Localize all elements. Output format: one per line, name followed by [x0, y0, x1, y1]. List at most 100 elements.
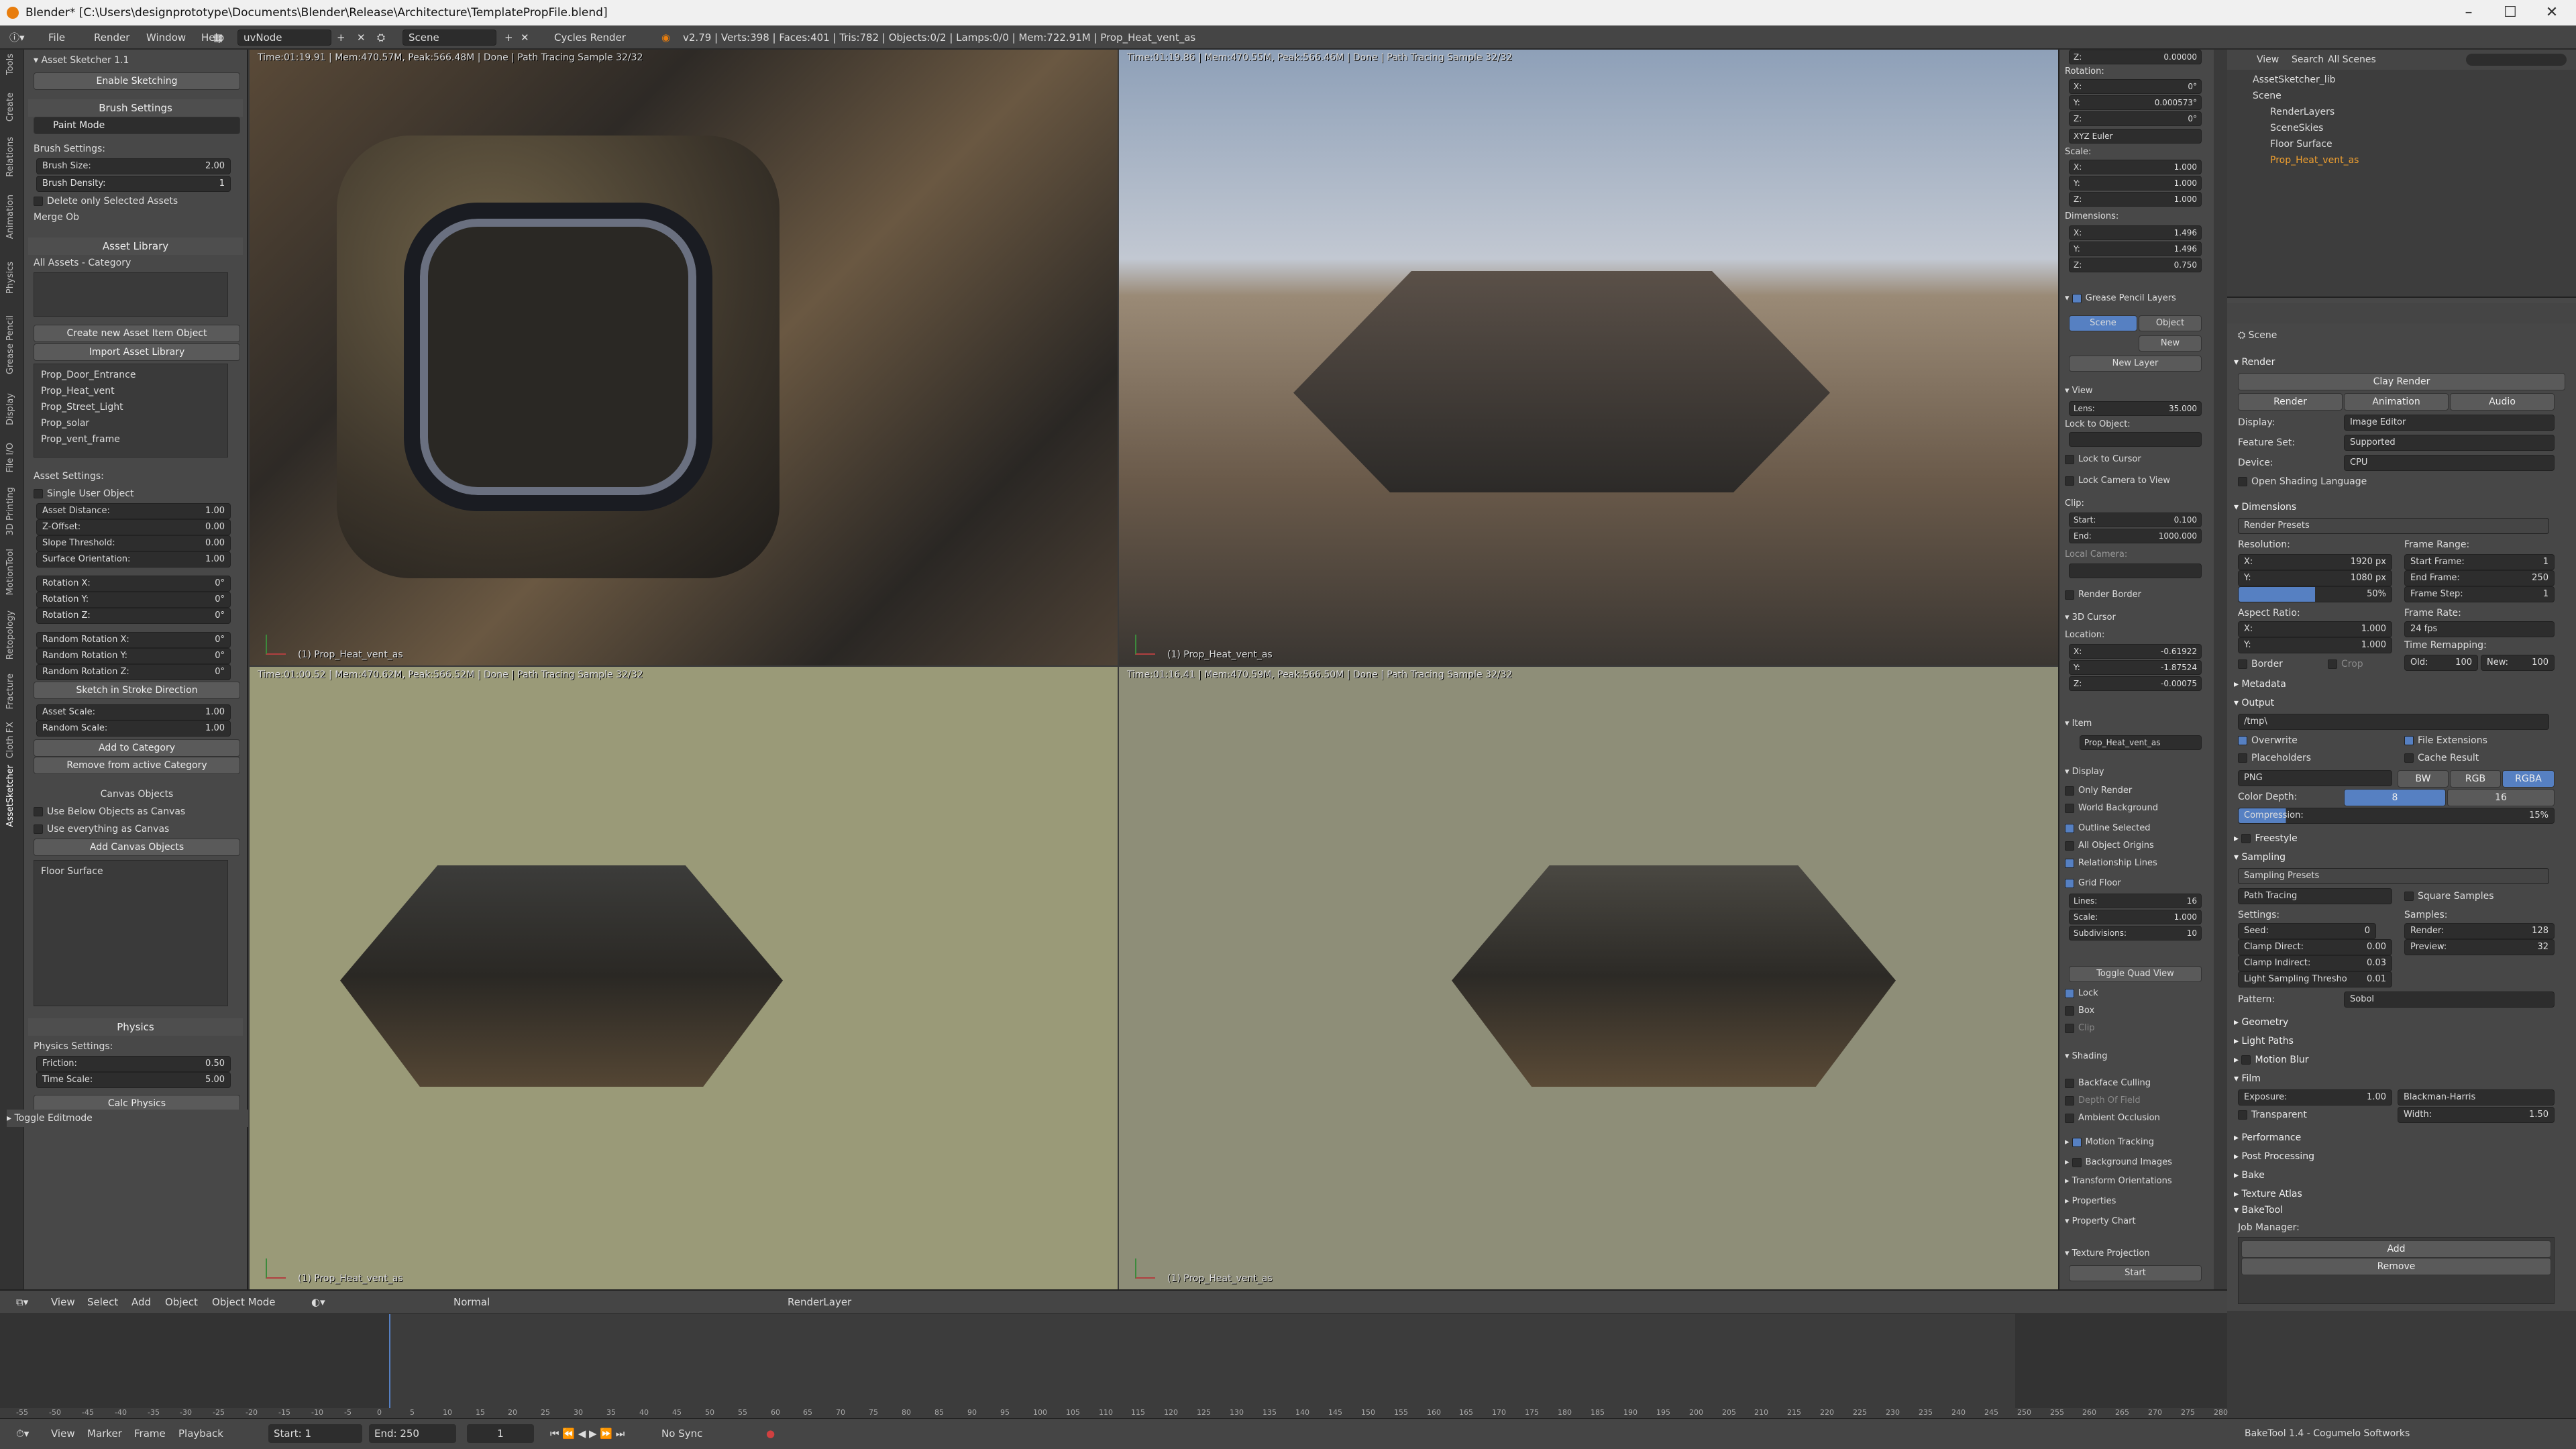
filter-select[interactable]: Blackman-Harris: [2398, 1089, 2555, 1106]
start-frame-field[interactable]: Start: 1: [268, 1424, 362, 1443]
brush-size-field[interactable]: Brush Size: 2.00: [36, 158, 231, 174]
sketch-in-stroke-direction-toggle[interactable]: Sketch in Stroke Direction: [34, 682, 240, 699]
clamp-direct-field[interactable]: Clamp Direct: 0.00: [2238, 939, 2392, 955]
location-z-field[interactable]: Z: 0.00000: [2069, 50, 2202, 64]
depth-16-button[interactable]: 16: [2447, 789, 2555, 806]
time-scale-field[interactable]: Time Scale: 5.00: [36, 1072, 231, 1088]
dimension-x-field[interactable]: X: 1.496: [2069, 225, 2202, 240]
gp-object-tab[interactable]: Object: [2139, 315, 2202, 331]
render-layer-field[interactable]: RenderLayer: [788, 1291, 851, 1313]
asset-library-header[interactable]: Asset Library: [28, 237, 243, 255]
world-background-checkbox[interactable]: World Background: [2065, 801, 2208, 816]
time-old-field[interactable]: Old: 100: [2404, 655, 2478, 671]
add-scene-icon[interactable]: +: [504, 25, 513, 50]
bw-button[interactable]: BW: [2398, 770, 2449, 788]
lock-object-field[interactable]: [2069, 432, 2202, 447]
canvas-objects-header[interactable]: Canvas Objects: [34, 786, 240, 802]
seed-field[interactable]: Seed: 0: [2238, 923, 2376, 939]
resolution-y-field[interactable]: Y: 1080 px: [2238, 570, 2392, 586]
geometry-header[interactable]: ▸ Geometry: [2234, 1014, 2565, 1030]
tab-3d-printing[interactable]: 3D Printing: [5, 487, 15, 535]
shading-header[interactable]: ▾ Shading: [2065, 1049, 2208, 1064]
asset-list[interactable]: Prop_Door_Entrance Prop_Heat_vent Prop_S…: [34, 364, 228, 458]
scale-z-field[interactable]: Z: 1.000: [2069, 192, 2202, 207]
output-path-field[interactable]: /tmp\: [2238, 714, 2549, 730]
remove-layout-icon[interactable]: ✕: [357, 25, 366, 50]
maximize-button[interactable]: ☐: [2490, 0, 2530, 25]
render-header[interactable]: ▾ Render: [2234, 354, 2565, 370]
add-layout-icon[interactable]: +: [337, 25, 345, 50]
grid-subdivisions-field[interactable]: Subdivisions: 10: [2069, 926, 2202, 941]
brush-density-field[interactable]: Brush Density: 1: [36, 176, 231, 192]
use-everything-canvas-checkbox[interactable]: Use everything as Canvas: [34, 821, 240, 837]
rotation-x-field[interactable]: X: 0°: [2069, 79, 2202, 94]
asset-item[interactable]: Prop_solar: [41, 415, 221, 431]
grid-scale-field[interactable]: Scale: 1.000: [2069, 910, 2202, 924]
canvas-object-item[interactable]: Floor Surface: [41, 863, 221, 879]
timeline-editor-icon[interactable]: ⏱▾: [16, 1419, 29, 1448]
record-icon[interactable]: ●: [766, 1419, 775, 1448]
asset-item[interactable]: Prop_vent_frame: [41, 431, 221, 447]
render-presets-select[interactable]: Render Presets: [2238, 518, 2549, 534]
dimension-z-field[interactable]: Z: 0.750: [2069, 258, 2202, 272]
minimize-button[interactable]: –: [2449, 0, 2489, 25]
random-rotation-y-field[interactable]: Random Rotation Y: 0°: [36, 648, 231, 664]
layout-field[interactable]: uvNode: [237, 30, 331, 46]
quad-clip-checkbox[interactable]: Clip: [2065, 1021, 2208, 1036]
lock-to-cursor-checkbox[interactable]: Lock to Cursor: [2065, 452, 2208, 467]
render-engine-select[interactable]: Cycles Render: [554, 25, 626, 50]
aspect-x-field[interactable]: X: 1.000: [2238, 621, 2392, 637]
slope-threshold-field[interactable]: Slope Threshold: 0.00: [36, 535, 231, 551]
integrator-select[interactable]: Path Tracing: [2238, 888, 2392, 904]
menu-marker[interactable]: Marker: [87, 1419, 122, 1448]
menu-frame[interactable]: Frame: [134, 1419, 166, 1448]
clip-start-field[interactable]: Start: 0.100: [2069, 513, 2202, 527]
add-job-button[interactable]: Add: [2241, 1240, 2551, 1258]
film-header[interactable]: ▾ Film: [2234, 1071, 2565, 1087]
close-button[interactable]: ✕: [2532, 0, 2572, 25]
backface-culling-checkbox[interactable]: Backface Culling: [2065, 1076, 2208, 1091]
scale-x-field[interactable]: X: 1.000: [2069, 160, 2202, 174]
dimensions-header[interactable]: ▾ Dimensions: [2234, 499, 2565, 515]
z-offset-field[interactable]: Z-Offset: 0.00: [36, 519, 231, 535]
file-format-select[interactable]: PNG: [2238, 770, 2392, 786]
add-canvas-objects-button[interactable]: Add Canvas Objects: [34, 839, 240, 856]
rotation-y-field[interactable]: Rotation Y: 0°: [36, 592, 231, 608]
metadata-header[interactable]: ▸ Metadata: [2234, 676, 2565, 692]
category-list[interactable]: [34, 272, 228, 317]
rotation-x-field[interactable]: Rotation X: 0°: [36, 576, 231, 592]
filter-width-field[interactable]: Width: 1.50: [2398, 1107, 2555, 1123]
scale-y-field[interactable]: Y: 1.000: [2069, 176, 2202, 191]
aspect-y-field[interactable]: Y: 1.000: [2238, 637, 2392, 653]
3d-cursor-header[interactable]: ▾ 3D Cursor: [2065, 610, 2208, 625]
property-chart-header[interactable]: ▾ Property Chart: [2065, 1214, 2208, 1229]
start-frame-field[interactable]: Start Frame: 1: [2404, 554, 2555, 570]
dimension-y-field[interactable]: Y: 1.496: [2069, 241, 2202, 256]
lens-field[interactable]: Lens: 35.000: [2069, 401, 2202, 416]
info-editor-icon[interactable]: ⓘ▾: [9, 25, 25, 50]
frame-rate-select[interactable]: 24 fps: [2404, 621, 2555, 637]
depth-8-button[interactable]: 8: [2344, 789, 2446, 806]
viewport-bottom-left[interactable]: Time:01:00.52 | Mem:470.62M, Peak:566.52…: [250, 667, 1118, 1289]
mode-select[interactable]: Object Mode: [212, 1291, 276, 1313]
texture-atlas-header[interactable]: ▸ Texture Atlas: [2234, 1186, 2565, 1202]
current-frame-indicator[interactable]: [389, 1314, 390, 1408]
item-name-field[interactable]: Prop_Heat_vent_as: [2080, 735, 2202, 750]
device-select[interactable]: CPU: [2344, 455, 2555, 471]
display-header[interactable]: ▾ Display: [2065, 765, 2208, 780]
item-header[interactable]: ▾ Item: [2065, 716, 2208, 731]
tab-cloth-fx[interactable]: Cloth FX: [5, 722, 15, 759]
outliner-search-field[interactable]: [2466, 54, 2567, 66]
delete-only-selected-checkbox[interactable]: Delete only Selected Assets: [34, 193, 240, 209]
create-new-asset-button[interactable]: Create new Asset Item Object: [34, 325, 240, 342]
rotation-y-field[interactable]: Y: 0.000573°: [2069, 95, 2202, 110]
outliner-item[interactable]: Floor Surface: [2270, 137, 2332, 152]
viewport-bottom-right[interactable]: Time:01:16.41 | Mem:470.59M, Peak:566.50…: [1119, 667, 2058, 1289]
post-processing-header[interactable]: ▸ Post Processing: [2234, 1148, 2565, 1165]
rgb-button[interactable]: RGB: [2450, 770, 2501, 788]
remove-from-category-button[interactable]: Remove from active Category: [34, 757, 240, 774]
grid-floor-checkbox[interactable]: Grid Floor: [2065, 876, 2208, 891]
menu-select[interactable]: Select: [87, 1291, 118, 1313]
sampling-header[interactable]: ▾ Sampling: [2234, 849, 2565, 865]
display-select[interactable]: Image Editor: [2344, 415, 2555, 431]
